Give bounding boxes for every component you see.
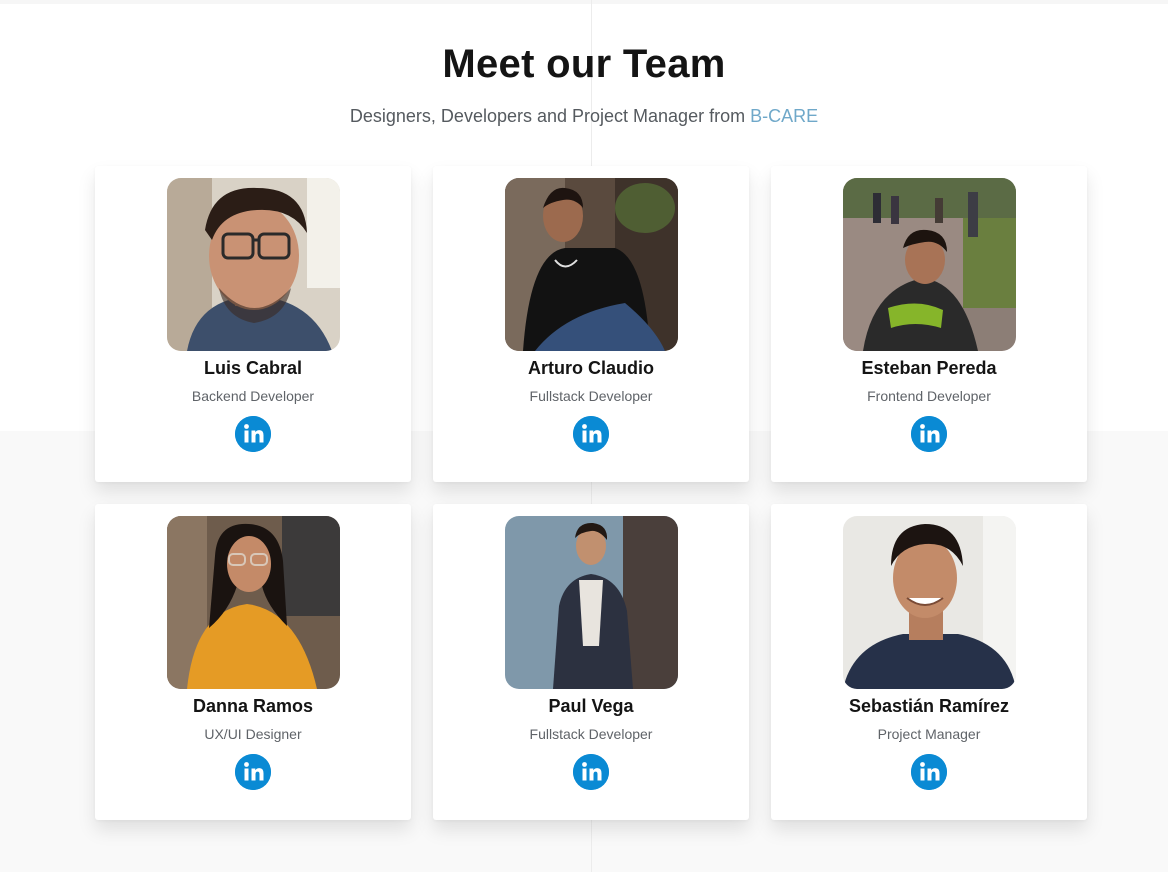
brand-name: B-CARE <box>750 106 819 126</box>
member-role: Frontend Developer <box>867 388 991 404</box>
page-title: Meet our Team <box>442 42 726 86</box>
team-card: Danna Ramos UX/UI Designer <box>95 504 411 820</box>
member-name: Luis Cabral <box>203 358 303 378</box>
linkedin-icon[interactable] <box>911 416 947 452</box>
member-role: Fullstack Developer <box>529 388 653 404</box>
team-card: Luis Cabral Backend Developer <box>95 166 411 482</box>
member-name: Danna Ramos <box>192 696 314 716</box>
linkedin-icon[interactable] <box>235 754 271 790</box>
team-card: Arturo Claudio Fullstack Developer <box>433 166 749 482</box>
member-name: Arturo Claudio <box>528 358 654 378</box>
team-card: Sebastián Ramírez Project Manager <box>771 504 1087 820</box>
member-name: Sebastián Ramírez <box>848 696 1010 716</box>
member-name: Paul Vega <box>548 696 634 716</box>
member-photo <box>167 178 340 351</box>
linkedin-icon[interactable] <box>573 754 609 790</box>
member-role: Backend Developer <box>191 388 315 404</box>
linkedin-icon[interactable] <box>235 416 271 452</box>
team-card: Paul Vega Fullstack Developer <box>433 504 749 820</box>
top-strip <box>0 0 1168 4</box>
subtitle-text: Designers, Developers and Project Manage… <box>349 106 751 126</box>
member-photo <box>167 516 340 689</box>
linkedin-icon[interactable] <box>911 754 947 790</box>
member-name: Esteban Pereda <box>861 358 997 378</box>
member-photo <box>843 178 1016 351</box>
team-card: Esteban Pereda Frontend Developer <box>771 166 1087 482</box>
member-photo <box>505 516 678 689</box>
linkedin-icon[interactable] <box>573 416 609 452</box>
member-role: Project Manager <box>877 726 981 742</box>
member-photo <box>505 178 678 351</box>
member-role: Fullstack Developer <box>529 726 653 742</box>
member-role: UX/UI Designer <box>204 726 302 742</box>
member-photo <box>843 516 1016 689</box>
page-subtitle: Designers, Developers and Project Manage… <box>0 106 1168 127</box>
